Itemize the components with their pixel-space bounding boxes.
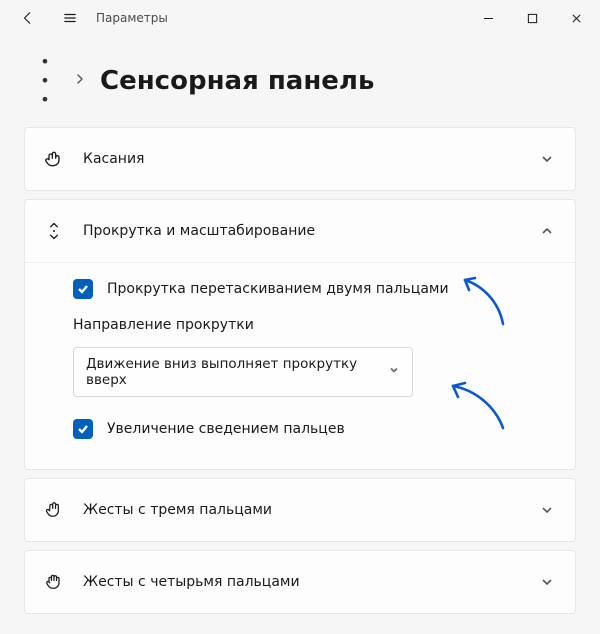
settings-content: Касания Прокрутка и масштабирование bbox=[0, 127, 600, 614]
app-title: Параметры bbox=[96, 11, 168, 25]
chevron-down-icon bbox=[537, 575, 557, 589]
three-finger-icon bbox=[43, 500, 65, 520]
maximize-button[interactable] bbox=[510, 2, 554, 34]
chevron-down-icon bbox=[388, 364, 400, 380]
page-header: • • • Сенсорная панель bbox=[0, 36, 600, 127]
section-taps: Касания bbox=[24, 127, 576, 191]
chevron-up-icon bbox=[537, 224, 557, 238]
section-four-finger: Жесты с четырьмя пальцами bbox=[24, 550, 576, 614]
scroll-direction-value: Движение вниз выполняет прокрутку вверх bbox=[86, 356, 388, 388]
section-scroll-zoom-header[interactable]: Прокрутка и масштабирование bbox=[25, 200, 575, 262]
chevron-down-icon bbox=[537, 152, 557, 166]
close-button[interactable] bbox=[554, 2, 598, 34]
section-scroll-zoom-body: Прокрутка перетаскиванием двумя пальцами… bbox=[25, 262, 575, 469]
scroll-icon bbox=[43, 221, 65, 241]
pinch-zoom-label: Увеличение сведением пальцев bbox=[107, 421, 345, 437]
titlebar: Параметры bbox=[0, 0, 600, 36]
two-finger-scroll-label: Прокрутка перетаскиванием двумя пальцами bbox=[107, 281, 449, 297]
section-scroll-zoom: Прокрутка и масштабирование Прокрутка пе… bbox=[24, 199, 576, 470]
section-taps-header[interactable]: Касания bbox=[25, 128, 575, 190]
tap-icon bbox=[43, 149, 65, 169]
minimize-button[interactable] bbox=[466, 2, 510, 34]
four-finger-icon bbox=[43, 572, 65, 592]
scroll-direction-label: Направление прокрутки bbox=[43, 311, 557, 339]
two-finger-scroll-checkbox[interactable] bbox=[73, 279, 93, 299]
section-scroll-zoom-label: Прокрутка и масштабирование bbox=[83, 223, 519, 239]
pinch-zoom-row[interactable]: Увеличение сведением пальцев bbox=[43, 407, 557, 451]
section-three-finger-header[interactable]: Жесты с тремя пальцами bbox=[25, 479, 575, 541]
window-controls bbox=[466, 2, 598, 34]
section-three-finger-label: Жесты с тремя пальцами bbox=[83, 502, 519, 518]
pinch-zoom-checkbox[interactable] bbox=[73, 419, 93, 439]
section-four-finger-header[interactable]: Жесты с четырьмя пальцами bbox=[25, 551, 575, 613]
two-finger-scroll-row[interactable]: Прокрутка перетаскиванием двумя пальцами bbox=[43, 267, 557, 311]
nav-menu-button[interactable] bbox=[52, 2, 88, 34]
breadcrumb-more-icon[interactable]: • • • bbox=[32, 52, 60, 109]
chevron-down-icon bbox=[537, 503, 557, 517]
back-button[interactable] bbox=[10, 2, 46, 34]
section-four-finger-label: Жесты с четырьмя пальцами bbox=[83, 574, 519, 590]
page-title: Сенсорная панель bbox=[100, 66, 374, 96]
section-three-finger: Жесты с тремя пальцами bbox=[24, 478, 576, 542]
chevron-right-icon bbox=[74, 73, 86, 89]
section-taps-label: Касания bbox=[83, 151, 519, 167]
scroll-direction-dropdown[interactable]: Движение вниз выполняет прокрутку вверх bbox=[73, 347, 413, 397]
